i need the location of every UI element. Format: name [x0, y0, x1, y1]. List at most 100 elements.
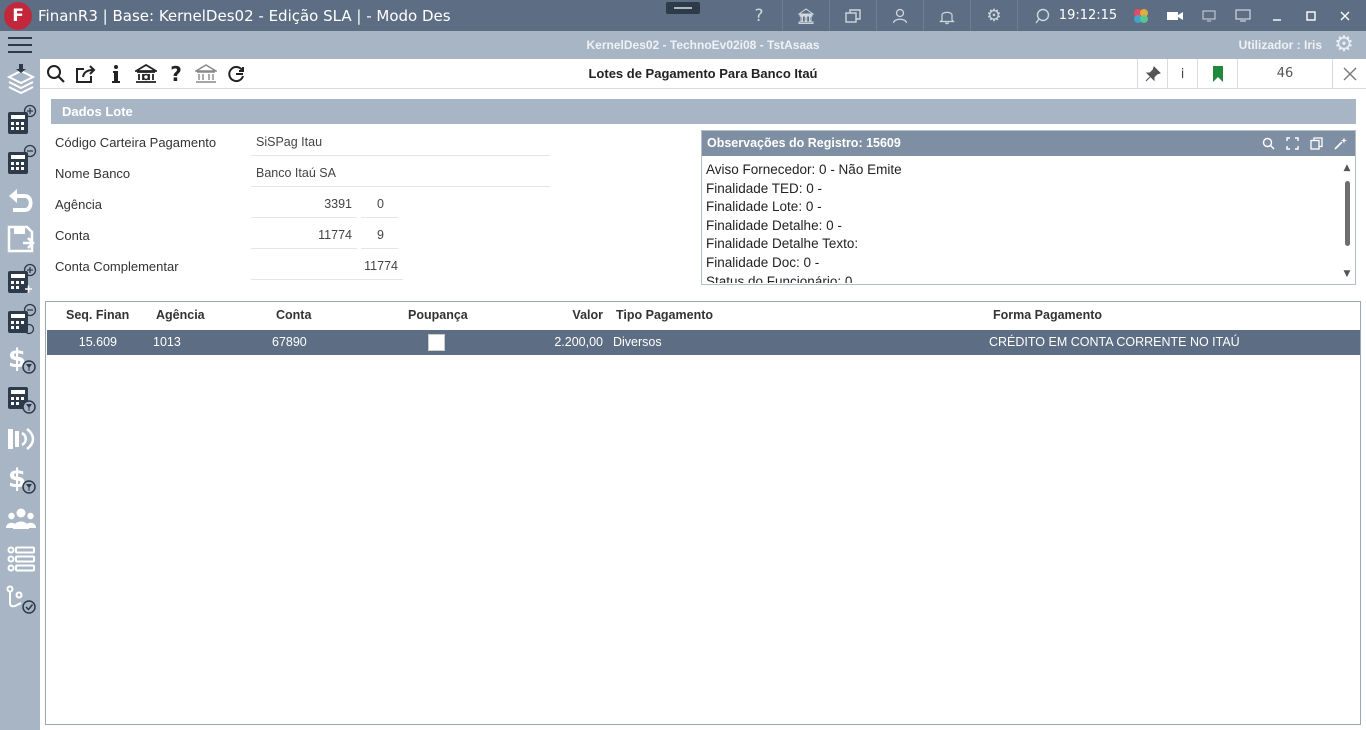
scroll-thumb[interactable] — [1345, 181, 1350, 246]
col-conta[interactable]: Conta — [276, 302, 311, 329]
maximize-icon[interactable] — [1294, 0, 1328, 31]
users-icon[interactable] — [4, 502, 38, 536]
minimize-icon[interactable] — [1260, 0, 1294, 31]
camera-icon[interactable] — [1158, 0, 1192, 31]
col-seq-finan[interactable]: Seq. Finan — [66, 302, 129, 329]
payments-grid: Seq. Finan Agência Conta Poupança Valor … — [45, 301, 1361, 725]
gear-icon[interactable]: ⚙ — [971, 0, 1018, 31]
close-form-icon[interactable] — [1333, 59, 1366, 89]
conta-label: Conta — [55, 228, 90, 243]
save-icon[interactable] — [4, 222, 38, 256]
cell-agencia: 1013 — [153, 335, 181, 349]
app-logo: F — [4, 1, 32, 30]
calculator-remove-icon[interactable] — [4, 143, 38, 177]
observations-scrollbar[interactable]: ▲ ▼ — [1341, 161, 1353, 281]
observations-body: Aviso Fornecedor: 0 - Não Emite Finalida… — [706, 161, 1334, 283]
close-icon[interactable] — [1328, 0, 1362, 31]
bell-icon[interactable] — [924, 0, 971, 31]
conta-complementar-label: Conta Complementar — [55, 259, 179, 274]
drag-handle[interactable] — [666, 2, 700, 14]
cell-tipo-pagamento: Diversos — [613, 335, 662, 349]
palette-icon[interactable] — [1124, 0, 1158, 31]
agencia-label: Agência — [55, 197, 102, 212]
grid-header: Seq. Finan Agência Conta Poupança Valor … — [46, 302, 1360, 329]
conta-field[interactable]: 11774 — [251, 223, 357, 249]
info-icon[interactable] — [104, 63, 128, 85]
obs-copy-icon[interactable] — [1307, 135, 1325, 152]
observations-header: Observações do Registro: 15609 — [702, 131, 1355, 156]
scroll-down-icon[interactable]: ▼ — [1342, 269, 1352, 279]
section-header: Dados Lote — [51, 99, 1356, 124]
obs-line: Finalidade Detalhe Texto: — [706, 236, 859, 252]
obs-line: Status do Funcionário: 0 — [706, 273, 853, 283]
workflow-check-icon[interactable] — [4, 582, 38, 616]
scroll-up-icon[interactable]: ▲ — [1342, 163, 1352, 173]
dollar-filter-2-icon[interactable]: $ — [4, 462, 38, 496]
nome-banco-field[interactable]: Banco Itaú SA — [251, 161, 550, 187]
obs-line: Aviso Fornecedor: 0 - Não Emite — [706, 162, 902, 177]
user-label: Utilizador : Iris — [1238, 38, 1322, 52]
codigo-carteira-label: Código Carteira Pagamento — [55, 135, 217, 150]
obs-magic-icon[interactable] — [1331, 135, 1349, 152]
calculator-filter-icon[interactable] — [4, 382, 38, 416]
observations-panel: Observações do Registro: 15609 Aviso For… — [701, 130, 1356, 285]
agencia-field[interactable]: 3391 — [251, 192, 357, 218]
clock: 19:12:15 — [1058, 8, 1118, 23]
obs-line: Finalidade Lote: 0 - — [706, 199, 822, 215]
bank-outline-icon[interactable] — [194, 63, 218, 85]
export-icon[interactable] — [74, 63, 98, 85]
calculator-grid-add-icon[interactable] — [4, 262, 38, 296]
bank-icon[interactable] — [783, 0, 830, 31]
titlebar-icons: ? ⚙ — [736, 0, 1065, 31]
cell-forma-pagamento: CRÉDITO EM CONTA CORRENTE NO ITAÚ — [989, 335, 1240, 349]
info-toggle[interactable]: i — [1167, 59, 1197, 89]
calculator-add-icon[interactable] — [4, 103, 38, 137]
windows-icon[interactable] — [830, 0, 877, 31]
obs-line: Finalidade TED: 0 - — [706, 180, 823, 196]
bookmark-icon[interactable] — [1197, 59, 1237, 89]
observations-title: Observações do Registro: 15609 — [707, 136, 901, 150]
col-tipo-pagamento[interactable]: Tipo Pagamento — [616, 302, 713, 329]
col-poupanca[interactable]: Poupança — [408, 302, 468, 329]
conta-complementar-field[interactable]: 11774 — [251, 254, 403, 280]
conta-digito-field[interactable]: 9 — [361, 223, 398, 249]
help-icon[interactable]: ? — [164, 62, 188, 86]
dollar-filter-icon[interactable]: $ — [4, 342, 38, 376]
sidebar: $ $ — [0, 59, 40, 730]
poupanca-checkbox[interactable] — [428, 334, 445, 351]
help-icon[interactable]: ? — [736, 0, 783, 31]
window-controls — [1124, 0, 1362, 31]
app-title: FinanR3 | Base: KernelDes02 - Edição SLA… — [38, 6, 451, 25]
list-icon[interactable] — [4, 542, 38, 576]
col-agencia[interactable]: Agência — [156, 302, 205, 329]
codigo-carteira-field[interactable]: SiSPag Itau — [251, 130, 550, 156]
layers-icon[interactable] — [4, 62, 38, 96]
hamburger-menu-icon[interactable] — [8, 37, 32, 53]
pin-icon[interactable] — [1137, 59, 1167, 89]
col-forma-pagamento[interactable]: Forma Pagamento — [993, 302, 1102, 329]
record-count: 46 — [1237, 59, 1333, 89]
monitor-icon[interactable] — [1226, 0, 1260, 31]
table-row[interactable]: 15.609 1013 67890 2.200,00 Diversos CRÉD… — [47, 330, 1360, 355]
session-info: KernelDes02 - TechnoEv02i08 - TstAsaas — [586, 38, 820, 52]
obs-expand-icon[interactable] — [1283, 135, 1301, 152]
bank-icon[interactable] — [134, 63, 158, 85]
cell-conta: 67890 — [272, 335, 307, 349]
col-valor[interactable]: Valor — [546, 302, 603, 329]
user-icon[interactable] — [877, 0, 924, 31]
undo-icon[interactable] — [4, 183, 38, 217]
obs-search-icon[interactable] — [1259, 135, 1277, 152]
cell-valor: 2.200,00 — [554, 335, 603, 349]
settings-gear-icon[interactable]: ⚙ — [1332, 34, 1356, 56]
monitor-small-icon[interactable] — [1192, 0, 1226, 31]
cell-seq-finan: 15.609 — [78, 335, 117, 349]
obs-line: Finalidade Detalhe: 0 - — [706, 217, 842, 233]
obs-line: Finalidade Doc: 0 - — [706, 254, 820, 270]
search-icon[interactable] — [44, 63, 68, 85]
refresh-icon[interactable] — [224, 63, 248, 85]
calculator-grid-remove-icon[interactable] — [4, 302, 38, 336]
agencia-digito-field[interactable]: 0 — [361, 192, 398, 218]
title-bar: F FinanR3 | Base: KernelDes02 - Edição S… — [0, 0, 1366, 31]
toolbar: ? Lotes de Pagamento Para Banco Itaú i 4… — [40, 59, 1366, 89]
transfer-icon[interactable] — [4, 422, 38, 456]
